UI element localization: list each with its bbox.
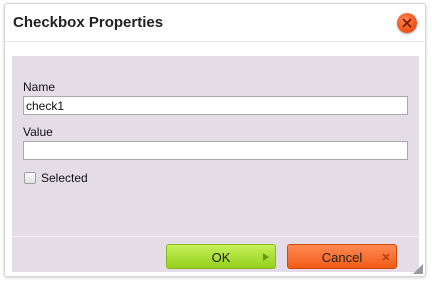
value-input[interactable] <box>23 141 408 160</box>
ok-button[interactable]: OK <box>166 244 276 269</box>
dialog-titlebar: Checkbox Properties <box>5 4 425 42</box>
selected-label: Selected <box>41 171 88 185</box>
name-label: Name <box>23 80 56 94</box>
dialog-title: Checkbox Properties <box>13 14 164 31</box>
dialog-body: Name Value Selected OK Cancel <box>12 56 419 272</box>
close-icon <box>382 253 390 261</box>
name-input[interactable] <box>23 96 408 115</box>
checkbox-properties-dialog: Checkbox Properties Name Value Selected … <box>4 3 426 277</box>
close-icon <box>402 18 412 28</box>
resize-grip-icon[interactable] <box>413 264 423 274</box>
cancel-button-label: Cancel <box>321 250 363 265</box>
close-button[interactable] <box>397 13 417 33</box>
arrow-right-icon <box>263 253 269 261</box>
value-label: Value <box>23 125 53 139</box>
footer-divider <box>12 236 419 237</box>
ok-button-label: OK <box>211 250 231 265</box>
cancel-button[interactable]: Cancel <box>287 244 397 269</box>
selected-checkbox[interactable] <box>24 172 36 184</box>
